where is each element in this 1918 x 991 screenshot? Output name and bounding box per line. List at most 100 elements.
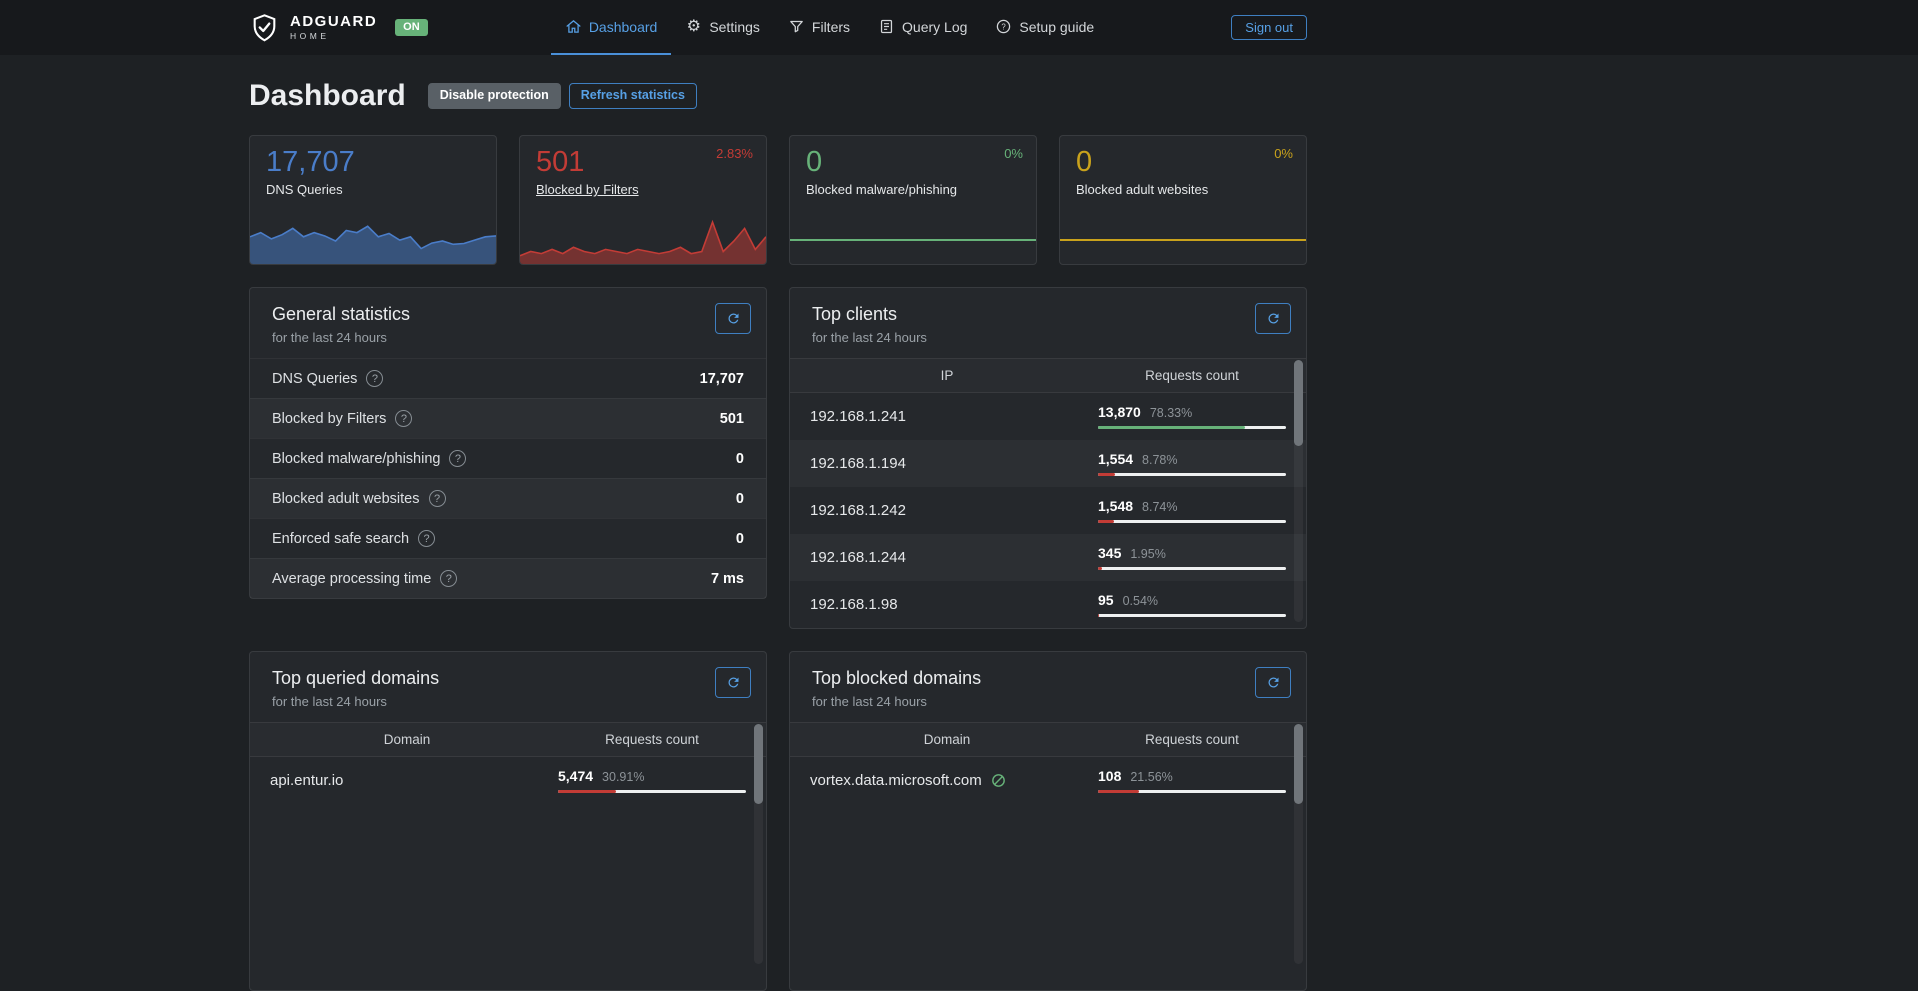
dashboard-icon xyxy=(565,18,582,35)
sparkline-chart xyxy=(250,216,496,264)
stat-percent: 0% xyxy=(1274,146,1293,161)
refresh-icon xyxy=(726,675,741,690)
stats-row-label: Blocked by Filters? xyxy=(272,410,412,427)
stats-row: Average processing time? 7 ms xyxy=(250,558,766,598)
question-circle-icon[interactable]: ? xyxy=(418,530,435,547)
progress-bar xyxy=(1098,614,1286,617)
dashboard-grid: General statistics for the last 24 hours D… xyxy=(249,287,1307,991)
stats-row-label: Blocked adult websites? xyxy=(272,490,446,507)
brand-name: ADGUARD xyxy=(290,14,377,29)
brand-subtitle: HOME xyxy=(290,32,377,41)
table-row: api.entur.io5,47430.91% xyxy=(250,757,766,804)
stat-value: 0 xyxy=(790,136,1036,179)
question-circle-icon[interactable]: ? xyxy=(366,370,383,387)
top-queried-domains-card: Top queried domainsfor the last 24 hours… xyxy=(249,651,767,991)
card-subtitle: for the last 24 hours xyxy=(272,330,744,345)
table-row: vortex.data.microsoft.com10821.56% xyxy=(790,757,1306,804)
refresh-button[interactable] xyxy=(1255,303,1291,334)
general-stats-card: General statisticsfor the last 24 hoursD… xyxy=(249,287,767,599)
scrollbar[interactable] xyxy=(1294,724,1303,964)
scrollbar[interactable] xyxy=(1294,360,1303,622)
requests-percent: 21.56% xyxy=(1130,770,1172,784)
stats-row-value: 7 ms xyxy=(711,571,744,587)
stat-label[interactable]: Blocked by Filters xyxy=(520,179,655,197)
stats-row-value: 0 xyxy=(736,531,744,547)
client-ip[interactable]: 192.168.1.194 xyxy=(810,455,1084,472)
client-ip[interactable]: 192.168.1.98 xyxy=(810,596,1084,613)
stat-label: DNS Queries xyxy=(250,179,359,197)
navbar: ADGUARD HOME ON Dashboard ⚙ Settings Filter… xyxy=(0,0,1918,55)
stats-row-value: 0 xyxy=(736,451,744,467)
table-row: 192.168.1.24113,87078.33% xyxy=(790,393,1306,440)
sign-out-button[interactable]: Sign out xyxy=(1231,15,1307,40)
scrollbar-thumb[interactable] xyxy=(1294,724,1303,804)
requests-percent: 0.54% xyxy=(1123,594,1158,608)
column-header: IP xyxy=(810,368,1084,383)
nav-item-label: Setup guide xyxy=(1019,19,1094,35)
requests-percent: 78.33% xyxy=(1150,406,1192,420)
tracker-blocked-icon[interactable] xyxy=(990,772,1007,789)
progress-bar xyxy=(1098,790,1286,793)
client-ip[interactable]: 192.168.1.242 xyxy=(810,502,1084,519)
sparkline-chart xyxy=(520,216,766,264)
stat-card-blocked-adult: 0Blocked adult websites0% xyxy=(1059,135,1307,265)
card-title: General statistics xyxy=(272,304,744,325)
stats-row-label: Average processing time? xyxy=(272,570,457,587)
nav-item-filters[interactable]: Filters xyxy=(774,0,864,55)
stats-row-label: Enforced safe search? xyxy=(272,530,435,547)
client-ip[interactable]: 192.168.1.244 xyxy=(810,549,1084,566)
requests-percent: 8.74% xyxy=(1142,500,1177,514)
refresh-button[interactable] xyxy=(715,667,751,698)
adguard-brand[interactable]: ADGUARD HOME ON xyxy=(249,11,428,45)
question-circle-icon[interactable]: ? xyxy=(440,570,457,587)
stats-row: Blocked by Filters?501 xyxy=(250,398,766,438)
refresh-button[interactable] xyxy=(1255,667,1291,698)
scrollbar-thumb[interactable] xyxy=(1294,360,1303,446)
log-icon xyxy=(878,18,895,35)
nav-item-label: Query Log xyxy=(902,19,967,35)
refresh-button[interactable] xyxy=(715,303,751,334)
refresh-statistics-button[interactable]: Refresh statistics xyxy=(569,83,697,109)
question-circle-icon[interactable]: ? xyxy=(429,490,446,507)
requests-percent: 1.95% xyxy=(1130,547,1165,561)
nav-item-dashboard[interactable]: Dashboard xyxy=(551,0,672,55)
scrollbar[interactable] xyxy=(754,724,763,964)
nav-item-label: Settings xyxy=(709,19,760,35)
question-circle-icon[interactable]: ? xyxy=(395,410,412,427)
nav-item-setup-guide[interactable]: ? Setup guide xyxy=(981,0,1108,55)
stat-label: Blocked adult websites xyxy=(1060,179,1224,197)
progress-bar xyxy=(558,790,746,793)
column-header: Domain xyxy=(810,732,1084,747)
gear-icon: ⚙ xyxy=(685,18,702,35)
requests-count: 345 xyxy=(1098,545,1121,561)
top-blocked-domains-card: Top blocked domainsfor the last 24 hours… xyxy=(789,651,1307,991)
requests-count: 1,554 xyxy=(1098,451,1133,467)
stats-row-value: 0 xyxy=(736,491,744,507)
stats-row: Enforced safe search? 0 xyxy=(250,518,766,558)
stat-label: Blocked malware/phishing xyxy=(790,179,973,197)
nav-item-query-log[interactable]: Query Log xyxy=(864,0,981,55)
table-row: 192.168.1.1941,5548.78% xyxy=(790,440,1306,487)
card-subtitle: for the last 24 hours xyxy=(812,330,1284,345)
column-header: Requests count xyxy=(1098,732,1286,747)
table-row: 192.168.1.244 345 1.95% xyxy=(790,534,1306,581)
progress-bar xyxy=(1098,426,1286,429)
requests-percent: 30.91% xyxy=(602,770,644,784)
card-subtitle: for the last 24 hours xyxy=(812,694,1284,709)
stat-card-blocked-malware: 0Blocked malware/phishing0% xyxy=(789,135,1037,265)
stats-row: Blocked adult websites? 0 xyxy=(250,478,766,518)
sparkline-chart xyxy=(1060,216,1306,264)
client-ip[interactable]: 192.168.1.241 xyxy=(810,408,1084,425)
help-icon: ? xyxy=(995,18,1012,35)
nav-item-settings[interactable]: ⚙ Settings xyxy=(671,0,774,55)
requests-count: 1,548 xyxy=(1098,498,1133,514)
card-title: Top clients xyxy=(812,304,1284,325)
disable-protection-button[interactable]: Disable protection xyxy=(428,83,561,109)
stat-percent: 2.83% xyxy=(716,146,753,161)
domain-name[interactable]: api.entur.io xyxy=(270,772,544,789)
scrollbar-thumb[interactable] xyxy=(754,724,763,804)
stat-cards-row: 17,707DNS Queries501Blocked by Filters2.… xyxy=(249,135,1307,265)
table-row: 192.168.1.98950.54% xyxy=(790,581,1306,628)
question-circle-icon[interactable]: ? xyxy=(449,450,466,467)
domain-name[interactable]: vortex.data.microsoft.com xyxy=(810,772,1084,789)
